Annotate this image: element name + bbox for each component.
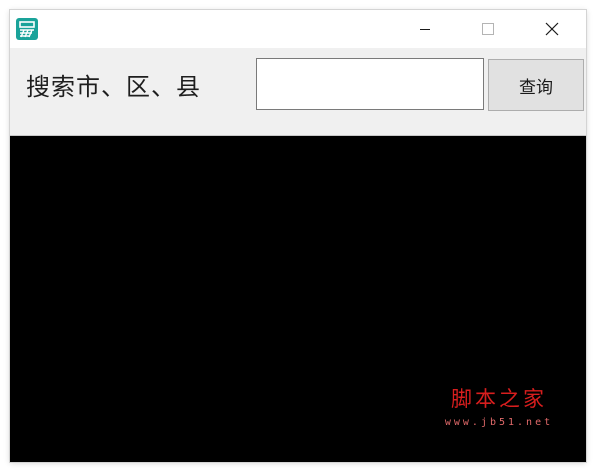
app-logo-icon: [16, 18, 38, 40]
minimize-icon: [420, 29, 430, 30]
search-panel: 搜索市、区、县 查询: [10, 48, 586, 136]
minimize-button[interactable]: [394, 10, 456, 48]
watermark-title: 脚本之家: [451, 387, 547, 411]
search-label: 搜索市、区、县: [26, 73, 201, 101]
maximize-button[interactable]: [456, 10, 518, 48]
close-icon: [545, 22, 559, 36]
query-button[interactable]: 查询: [488, 59, 584, 111]
close-button[interactable]: [522, 10, 584, 48]
title-bar[interactable]: [10, 10, 586, 48]
watermark-url: www.jb51.net: [444, 417, 554, 428]
site-watermark: 脚本之家 www.jb51.net: [436, 386, 562, 436]
search-input[interactable]: [256, 58, 484, 110]
maximize-icon: [482, 23, 494, 35]
